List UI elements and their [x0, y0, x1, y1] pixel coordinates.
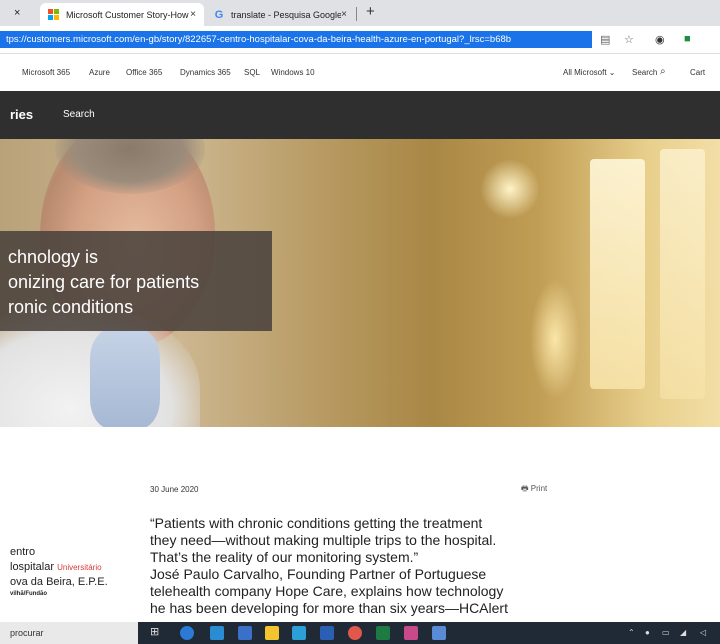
- quote-line: José Paulo Carvalho, Founding Partner of…: [150, 566, 487, 582]
- profile-icon[interactable]: ■: [684, 33, 691, 45]
- nav-link-office-365[interactable]: Office 365: [126, 68, 162, 77]
- stories-bar: ries Search: [0, 91, 720, 139]
- nav-search-link[interactable]: Search: [632, 68, 657, 77]
- nav-link-windows-10[interactable]: Windows 10: [271, 68, 315, 77]
- logo-line: entro: [10, 546, 36, 558]
- onenote-icon[interactable]: [404, 626, 418, 640]
- all-microsoft-menu[interactable]: All Microsoft ⌄: [563, 68, 616, 77]
- logo-accent-text: Universitário: [57, 563, 102, 572]
- cart-link[interactable]: Cart: [690, 68, 705, 77]
- edge-icon[interactable]: [180, 626, 194, 640]
- new-tab-button[interactable]: +: [366, 3, 375, 20]
- tab-strip: × Microsoft Customer Story-How i × G tra…: [0, 0, 720, 26]
- google-logo-icon: G: [214, 8, 224, 21]
- calendar-icon[interactable]: [238, 626, 252, 640]
- close-tab-icon[interactable]: ×: [341, 9, 347, 20]
- hero-image: chnology is onizing care for patients ro…: [0, 139, 720, 427]
- chevron-up-icon[interactable]: ⌃: [628, 628, 635, 637]
- quote-line: he has been developing for more than six…: [150, 600, 508, 616]
- mail-icon[interactable]: [292, 626, 306, 640]
- word-icon[interactable]: [320, 626, 334, 640]
- wifi-icon[interactable]: ◢: [680, 628, 686, 637]
- quote-line: That’s the reality of our monitoring sys…: [150, 549, 419, 565]
- nav-link-azure[interactable]: Azure: [89, 68, 110, 77]
- nav-link-sql[interactable]: SQL: [244, 68, 260, 77]
- quote-line: “Patients with chronic conditions gettin…: [150, 515, 483, 531]
- teams-icon[interactable]: [210, 626, 224, 640]
- tab-separator: [356, 7, 357, 21]
- window-light-shape: [660, 149, 705, 399]
- search-icon[interactable]: ⌕: [660, 66, 666, 77]
- print-icon: 🖶: [521, 484, 529, 493]
- address-bar-row: tps://customers.microsoft.com/en-gb/stor…: [0, 26, 720, 54]
- star-icon[interactable]: ☆: [624, 33, 634, 46]
- logo-line: ova da Beira, E.P.E.: [10, 576, 108, 588]
- light-glow-shape: [480, 159, 540, 219]
- file-explorer-icon[interactable]: [265, 626, 279, 640]
- chrome-icon[interactable]: [348, 626, 362, 640]
- microsoft-logo-icon: [48, 8, 60, 21]
- article-date: 30 June 2020: [150, 485, 199, 494]
- tab-title: translate - Pesquisa Google: [231, 9, 342, 20]
- stories-search-link[interactable]: Search: [63, 109, 95, 120]
- hero-headline: chnology is onizing care for patients ro…: [8, 247, 200, 317]
- microsoft-nav: Microsoft 365 Azure Office 365 Dynamics …: [0, 55, 720, 91]
- url-field[interactable]: tps://customers.microsoft.com/en-gb/stor…: [0, 31, 592, 48]
- print-label: Print: [530, 484, 548, 493]
- nav-link-dynamics-365[interactable]: Dynamics 365: [180, 68, 231, 77]
- tab-translate[interactable]: G translate - Pesquisa Google ×: [205, 3, 355, 26]
- nav-link-microsoft-365[interactable]: Microsoft 365: [22, 68, 70, 77]
- tab-customer-story[interactable]: Microsoft Customer Story-How i ×: [40, 3, 204, 26]
- quote-line: telehealth company Hope Care, explains h…: [150, 583, 504, 599]
- stories-title[interactable]: ries: [10, 107, 33, 122]
- network-icon[interactable]: ●: [645, 628, 650, 637]
- print-button[interactable]: 🖶 Print: [521, 483, 547, 497]
- window-light-shape: [590, 159, 645, 389]
- hero-headline-box: chnology is onizing care for patients ro…: [0, 231, 272, 331]
- excel-icon[interactable]: [376, 626, 390, 640]
- task-view-icon[interactable]: ⊞: [150, 625, 164, 639]
- person-shirt-shape: [90, 329, 160, 427]
- volume-icon[interactable]: ◁: [700, 628, 706, 637]
- extension-icon[interactable]: ◉: [655, 33, 665, 46]
- battery-icon[interactable]: ▭: [662, 628, 670, 637]
- article-quote: “Patients with chronic conditions gettin…: [150, 515, 570, 617]
- close-tab-icon[interactable]: ×: [190, 9, 196, 20]
- light-glow-shape: [530, 279, 580, 399]
- close-tab-icon[interactable]: ×: [14, 7, 20, 19]
- taskbar-search-input[interactable]: procurar: [0, 622, 138, 644]
- logo-line: lospitalar Universitário: [10, 560, 140, 575]
- quote-line: they need—without making multiple trips …: [150, 532, 497, 548]
- reader-icon[interactable]: ▤: [600, 33, 610, 46]
- customer-logo: entro lospitalar Universitário ova da Be…: [10, 545, 140, 597]
- tab-title: Microsoft Customer Story-How i: [66, 9, 191, 20]
- logo-line: vilhã/Fundão: [10, 591, 48, 597]
- app-icon[interactable]: [432, 626, 446, 640]
- logo-line-text: lospitalar: [10, 561, 55, 573]
- windows-taskbar: procurar ⊞ ⌃ ● ▭ ◢ ◁: [0, 622, 720, 644]
